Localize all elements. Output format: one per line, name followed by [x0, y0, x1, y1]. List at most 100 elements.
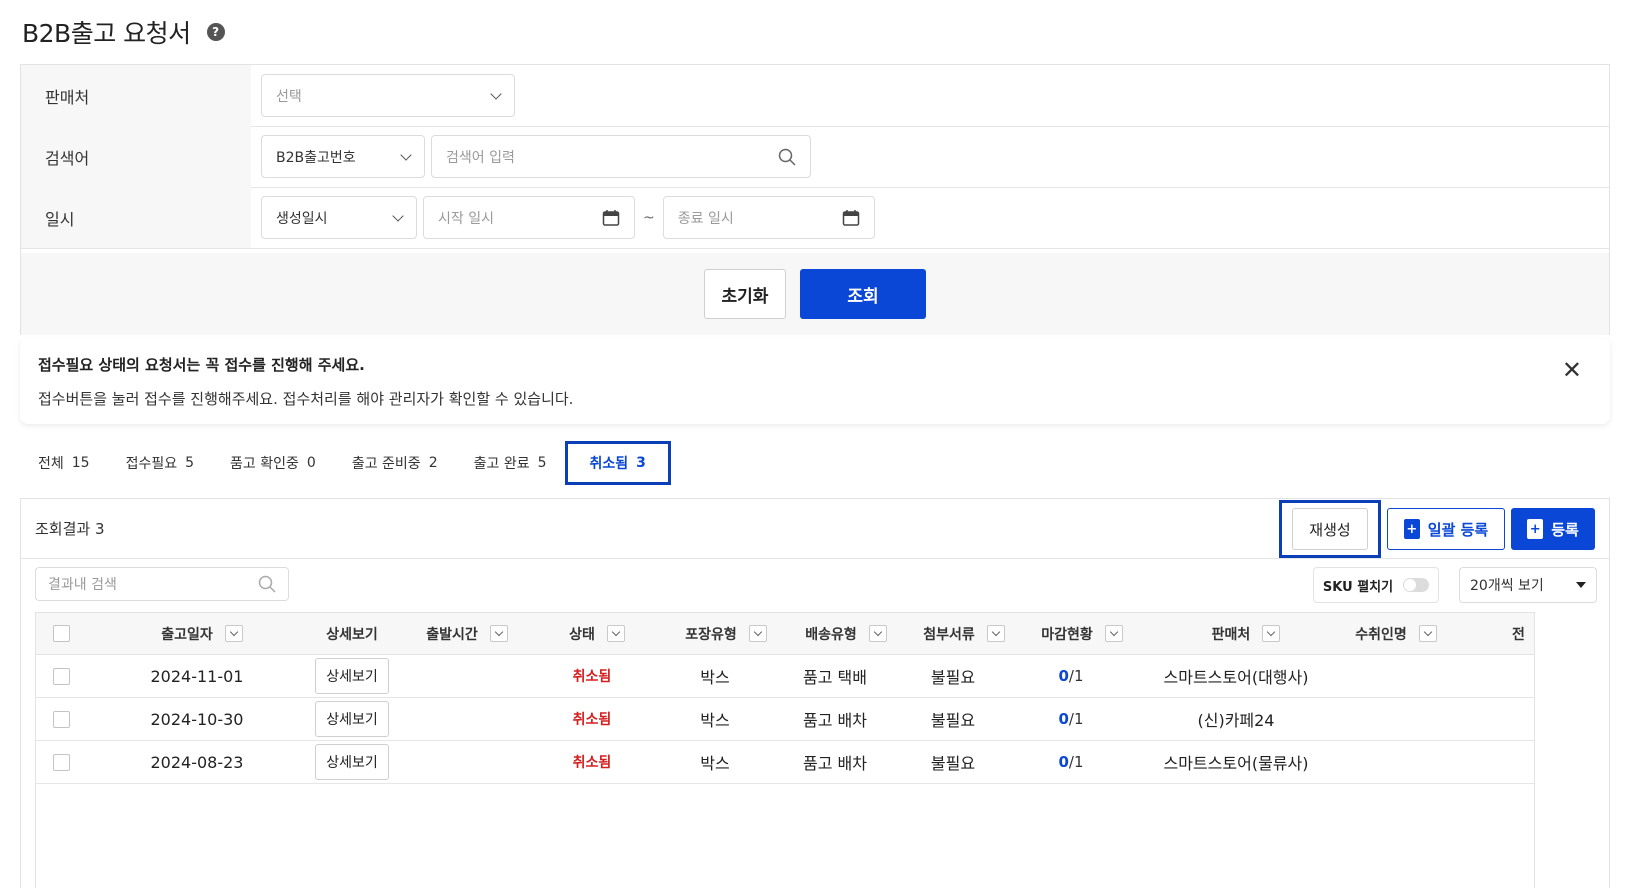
row-pack: 박스: [700, 711, 730, 730]
row-checkbox[interactable]: [52, 698, 70, 740]
results-header: 조회결과 3 재생성 + 일괄 등록 + 등록: [21, 499, 1609, 559]
filter-icon[interactable]: [868, 625, 887, 642]
tab-checking[interactable]: 품고 확인중 0: [212, 441, 334, 485]
row-detail: 상세보기: [314, 655, 390, 697]
document-plus-icon: +: [1527, 519, 1544, 539]
col-status: 상태: [536, 613, 658, 654]
table-header: 출고일자 상세보기 출발시간 상태 포장유형 배송유형 첨부서류 마감현황 판매…: [36, 612, 1534, 655]
date-type-select[interactable]: 생성일시: [261, 196, 417, 239]
tab-count: 5: [537, 455, 547, 471]
filter-icon[interactable]: [1262, 625, 1281, 642]
reset-button[interactable]: 초기화: [704, 269, 786, 319]
row-ship: 품고 택배: [803, 668, 867, 687]
regenerate-button[interactable]: 재생성: [1292, 508, 1368, 550]
col-pack: 포장유형: [656, 613, 796, 654]
calendar-icon[interactable]: [602, 209, 620, 227]
tab-count: 5: [185, 455, 195, 471]
page-size-select[interactable]: 20개씩 보기: [1459, 567, 1597, 603]
row-seller: 스마트스토어(대행사): [1163, 668, 1309, 687]
keyword-type-select[interactable]: B2B출고번호: [261, 135, 425, 178]
table-row[interactable]: 2024-08-23 상세보기 취소됨 박스 품고 배차 불필요 0/1 스마트…: [36, 741, 1534, 784]
search-button[interactable]: 조회: [800, 269, 926, 319]
table-row[interactable]: 2024-10-30 상세보기 취소됨 박스 품고 배차 불필요 0/1 (신)…: [36, 698, 1534, 741]
help-icon[interactable]: ?: [206, 23, 225, 41]
row-status: 취소됨: [572, 755, 612, 771]
start-date-input[interactable]: 시작 일시: [423, 196, 635, 239]
col-date: 출고일자: [136, 613, 268, 654]
row-detail: 상세보기: [314, 698, 390, 740]
filter-actions: 초기화 조회: [21, 253, 1609, 335]
tab-label: 취소됨: [589, 456, 629, 472]
filter-icon[interactable]: [748, 625, 767, 642]
row-deadline: 0/1: [1058, 710, 1084, 728]
tab-completed[interactable]: 출고 완료 5: [456, 441, 565, 485]
tab-needs-receipt[interactable]: 접수필요 5: [108, 441, 212, 485]
page-header: B2B출고 요청서 ?: [22, 14, 225, 50]
row-seller: 스마트스토어(물류사): [1163, 754, 1309, 773]
register-button[interactable]: + 등록: [1511, 508, 1595, 550]
filter-icon[interactable]: [224, 625, 243, 642]
calendar-icon[interactable]: [842, 209, 860, 227]
chevron-down-icon: [400, 148, 412, 161]
keyword-input[interactable]: 검색어 입력: [431, 135, 811, 178]
filter-icon[interactable]: [489, 625, 508, 642]
close-icon[interactable]: ✕: [1562, 358, 1582, 382]
row-deadline: 0/1: [1058, 753, 1084, 771]
sku-expand-toggle[interactable]: SKU 펼치기: [1313, 567, 1439, 603]
search-icon[interactable]: [778, 148, 796, 166]
filter-icon[interactable]: [986, 625, 1005, 642]
filter-icon[interactable]: [606, 625, 625, 642]
col-more: 전: [1512, 626, 1525, 643]
detail-button[interactable]: 상세보기: [315, 658, 389, 694]
filter-icon[interactable]: [1104, 625, 1123, 642]
row-deadline: 0/1: [1058, 667, 1084, 685]
col-recipient: 수취인명: [1336, 613, 1456, 654]
seller-select-value: 선택: [276, 88, 302, 105]
select-all-checkbox[interactable]: [52, 613, 70, 654]
row-date: 2024-10-30: [150, 709, 244, 729]
filter-icon[interactable]: [1418, 625, 1437, 642]
caret-down-icon: [1576, 582, 1586, 588]
filter-row-seller: 판매처 선택: [21, 65, 1609, 127]
end-date-placeholder: 종료 일시: [677, 210, 734, 227]
row-status: 취소됨: [572, 669, 612, 685]
filter-panel: 판매처 선택 검색어 B2B출고번호 검색어 입력 일시 생성일시 시작 일시 …: [20, 64, 1610, 335]
col-seller: 판매처: [1156, 613, 1336, 654]
notice-banner: 접수필요 상태의 요청서는 꼭 접수를 진행해 주세요. 접수버튼을 눌러 접수…: [20, 338, 1610, 424]
tab-label: 접수필요: [125, 456, 178, 472]
page-size-value: 20개씩 보기: [1470, 578, 1544, 594]
detail-button[interactable]: 상세보기: [315, 701, 389, 737]
row-detail: 상세보기: [314, 741, 390, 783]
tab-cancelled[interactable]: 취소됨 3: [564, 441, 671, 485]
date-separator: ~: [643, 209, 655, 226]
tab-count: 0: [306, 455, 316, 471]
row-docs: 불필요: [930, 754, 976, 773]
results-panel: 조회결과 3 재생성 + 일괄 등록 + 등록 결과내 검색 SKU 펼치기 2…: [20, 498, 1610, 888]
tab-all[interactable]: 전체 15: [20, 441, 108, 485]
keyword-label: 검색어: [21, 126, 251, 187]
search-icon[interactable]: [258, 575, 276, 593]
tab-label: 품고 확인중: [230, 456, 299, 472]
col-deadline: 마감현황: [1012, 613, 1152, 654]
row-checkbox[interactable]: [52, 655, 70, 697]
seller-select[interactable]: 선택: [261, 74, 515, 117]
detail-button[interactable]: 상세보기: [315, 744, 389, 780]
bulk-register-button[interactable]: + 일괄 등록: [1387, 508, 1505, 550]
row-checkbox[interactable]: [52, 741, 70, 783]
row-pack: 박스: [700, 668, 730, 687]
end-date-input[interactable]: 종료 일시: [662, 196, 875, 239]
table-row[interactable]: 2024-11-01 상세보기 취소됨 박스 품고 택배 불필요 0/1 스마트…: [36, 655, 1534, 698]
document-plus-icon: +: [1403, 519, 1420, 539]
row-ship: 품고 배차: [803, 711, 867, 730]
toggle-switch[interactable]: [1403, 578, 1430, 592]
row-pack: 박스: [700, 754, 730, 773]
regen-highlight: 재생성: [1279, 500, 1381, 558]
result-search-input[interactable]: 결과내 검색: [35, 567, 289, 601]
row-docs: 불필요: [930, 668, 976, 687]
status-tabs: 전체 15 접수필요 5 품고 확인중 0 출고 준비중 2 출고 완료 5 취소됨 3: [20, 441, 671, 485]
page-title: B2B출고 요청서: [22, 19, 191, 48]
row-seller: (신)카페24: [1197, 711, 1275, 730]
chevron-down-icon: [392, 209, 404, 222]
tab-preparing[interactable]: 출고 준비중 2: [334, 441, 456, 485]
filter-row-date: 일시 생성일시 시작 일시 ~ 종료 일시: [21, 187, 1609, 249]
